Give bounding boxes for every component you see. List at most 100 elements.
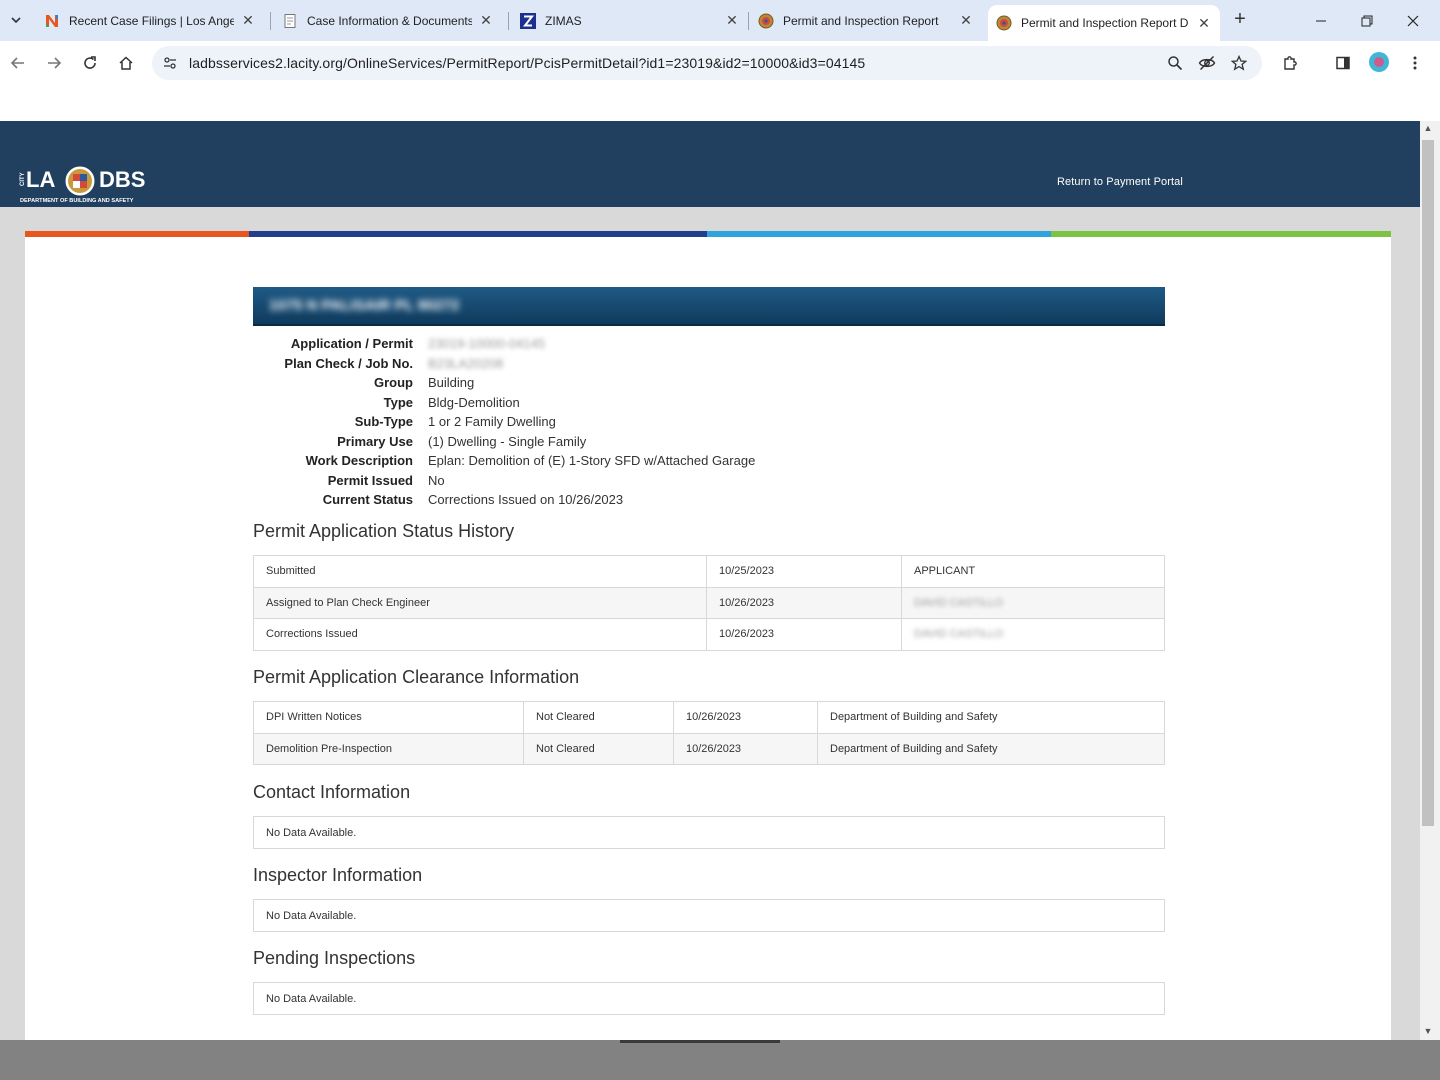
- status-by-cell: APPLICANT: [901, 555, 1165, 588]
- close-tab-icon[interactable]: ✕: [478, 12, 494, 29]
- detail-label: Type: [383, 394, 413, 410]
- side-panel-button[interactable]: [1331, 51, 1355, 75]
- detail-label: Group: [374, 375, 413, 390]
- status-date-cell: 10/26/2023: [706, 618, 902, 651]
- city-seal-favicon-icon: [996, 15, 1012, 31]
- detail-row-primary-use: Primary Use (1) Dwelling - Single Family: [253, 433, 1165, 453]
- inspector-no-data: No Data Available.: [253, 899, 1165, 932]
- table-row: Submitted 10/25/2023 APPLICANT: [253, 555, 1165, 588]
- detail-value: Building: [428, 375, 475, 390]
- scrollbar-thumb[interactable]: [1422, 140, 1434, 826]
- forward-button[interactable]: [42, 51, 66, 75]
- scroll-up-arrow-icon[interactable]: ▲: [1423, 123, 1433, 133]
- color-stripe-navy: [249, 231, 707, 237]
- detail-value: No: [428, 472, 445, 488]
- clearance-item-cell: Demolition Pre-Inspection: [253, 732, 524, 765]
- site-info-icon[interactable]: [162, 55, 178, 71]
- clearance-date-cell: 10/26/2023: [673, 701, 818, 734]
- restore-button[interactable]: [1344, 0, 1390, 41]
- status-by-cell: DAVID CASTILLO: [901, 618, 1165, 651]
- detail-row-current-status: Current Status Corrections Issued on 10/…: [253, 491, 1165, 511]
- pending-inspections-no-data: No Data Available.: [253, 982, 1165, 1015]
- permit-detail-list: Application / Permit 23019-10000-04145 P…: [253, 335, 1165, 511]
- logo-tagline-text: DEPARTMENT OF BUILDING AND SAFETY: [20, 198, 134, 204]
- detail-value: 1 or 2 Family Dwelling: [428, 414, 556, 429]
- status-event-cell: Submitted: [253, 555, 707, 588]
- side-panel-icon: [1336, 56, 1350, 70]
- tab-title: Permit and Inspection Report D: [1021, 16, 1189, 30]
- reload-icon: [84, 56, 96, 69]
- close-tab-icon[interactable]: ✕: [240, 12, 256, 29]
- tab-permit-report[interactable]: Permit and Inspection Report ✕: [750, 0, 982, 41]
- restore-icon: [1361, 15, 1373, 26]
- tab-search-button[interactable]: [5, 9, 27, 31]
- close-window-button[interactable]: [1390, 0, 1436, 41]
- address-bar[interactable]: ladbsservices2.lacity.org/OnlineServices…: [152, 46, 1262, 80]
- chevron-down-icon: [11, 17, 21, 24]
- detail-value: (1) Dwelling - Single Family: [428, 433, 587, 449]
- detail-row-work-description: Work Description Eplan: Demolition of (E…: [253, 452, 1165, 472]
- eye-slash-icon[interactable]: [1198, 54, 1216, 72]
- status-event-cell: Corrections Issued: [253, 618, 707, 651]
- close-tab-icon[interactable]: ✕: [724, 12, 740, 29]
- detail-row-group: Group Building: [253, 374, 1165, 394]
- url-text: ladbsservices2.lacity.org/OnlineServices…: [189, 55, 866, 71]
- forward-arrow-icon: [48, 57, 62, 69]
- close-tab-icon[interactable]: ✕: [958, 12, 974, 29]
- bottom-bar-handle: [620, 1040, 780, 1043]
- detail-value: B23LA20208: [428, 355, 504, 371]
- detail-value: Eplan: Demolition of (E) 1-Story SFD w/A…: [428, 453, 756, 468]
- tab-strip: Recent Case Filings | Los Angeles ✕ Case…: [0, 0, 1440, 41]
- puzzle-icon: [1284, 56, 1297, 70]
- detail-label: Sub-Type: [354, 414, 413, 429]
- tab-divider: [508, 12, 509, 30]
- contact-no-data: No Data Available.: [253, 816, 1165, 849]
- tab-title: Permit and Inspection Report: [783, 13, 939, 28]
- scroll-down-arrow-icon[interactable]: ▼: [1423, 1026, 1433, 1036]
- detail-value: 23019-10000-04145: [428, 336, 546, 351]
- return-to-payment-portal-link[interactable]: Return to Payment Portal: [1057, 176, 1183, 188]
- status-date-cell: 10/25/2023: [706, 555, 902, 588]
- home-button[interactable]: [114, 51, 138, 75]
- tab-divider: [748, 12, 749, 30]
- status-date-cell: 10/26/2023: [706, 586, 902, 619]
- browser-toolbar: ladbsservices2.lacity.org/OnlineServices…: [0, 41, 1440, 85]
- clearance-date-cell: 10/26/2023: [673, 732, 818, 765]
- color-stripe-blue: [707, 231, 1051, 237]
- zimas-z-favicon-icon: [520, 12, 536, 29]
- new-tab-button[interactable]: +: [1230, 9, 1250, 30]
- status-history-table: Submitted 10/25/2023 APPLICANT Assigned …: [253, 555, 1165, 651]
- detail-row-plan-check: Plan Check / Job No. B23LA20208: [253, 355, 1165, 375]
- detail-label: Application / Permit: [290, 336, 413, 351]
- vertical-scrollbar[interactable]: ▲ ▼: [1420, 121, 1440, 1040]
- logo-dbs-text: DBS: [99, 167, 145, 192]
- table-row: DPI Written Notices Not Cleared 10/26/20…: [253, 701, 1165, 734]
- tab-title: Case Information & Documents: [307, 13, 472, 28]
- back-button[interactable]: [6, 51, 30, 75]
- minimize-button[interactable]: [1298, 0, 1344, 41]
- tab-recent-case-filings[interactable]: Recent Case Filings | Los Angeles ✕: [36, 0, 264, 41]
- detail-label: Plan Check / Job No.: [284, 355, 413, 371]
- permit-detail-card: 1075 N PALISAIR PL 90272 Application / P…: [25, 231, 1391, 1040]
- color-stripe-orange: [25, 231, 249, 237]
- reload-button[interactable]: [78, 51, 102, 75]
- tab-case-information[interactable]: Case Information & Documents ✕: [274, 0, 502, 41]
- close-tab-icon[interactable]: ✕: [1196, 15, 1212, 31]
- profile-avatar[interactable]: [1369, 52, 1389, 72]
- ladbs-logo-icon[interactable]: CITY LA DBS DEPARTMENT OF BUILDING AND S…: [18, 163, 150, 205]
- extensions-button[interactable]: [1278, 51, 1302, 75]
- detail-label: Current Status: [322, 492, 413, 507]
- detail-label: Work Description: [305, 453, 413, 468]
- page-viewport: CITY LA DBS DEPARTMENT OF BUILDING AND S…: [0, 85, 1440, 1040]
- star-bookmark-icon[interactable]: [1230, 54, 1248, 72]
- redacted-name: DAVID CASTILLO: [914, 628, 1004, 641]
- tab-zimas[interactable]: ZIMAS ✕: [512, 0, 748, 41]
- tab-title: ZIMAS: [545, 13, 582, 28]
- clearance-item-cell: DPI Written Notices: [253, 701, 524, 734]
- clearance-heading: Permit Application Clearance Information: [253, 667, 580, 687]
- tab-permit-report-active[interactable]: Permit and Inspection Report D ✕: [988, 5, 1220, 41]
- zoom-icon[interactable]: [1166, 54, 1184, 72]
- tab-title: Recent Case Filings | Los Angeles: [69, 13, 234, 28]
- clearance-agency-cell: Department of Building and Safety: [817, 701, 1165, 734]
- menu-button[interactable]: [1403, 51, 1427, 75]
